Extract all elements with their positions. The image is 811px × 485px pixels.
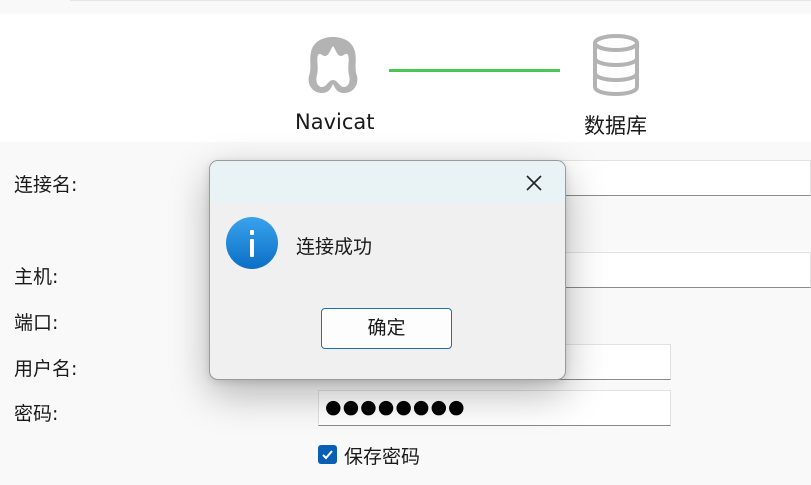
dialog-titlebar bbox=[210, 161, 565, 203]
save-password-checkbox[interactable] bbox=[318, 445, 337, 464]
connection-diagram: Navicat 数据库 bbox=[0, 14, 811, 142]
top-strip bbox=[0, 0, 811, 14]
host-input[interactable] bbox=[560, 252, 811, 288]
connection-result-dialog: 连接成功 确定 bbox=[209, 160, 566, 380]
connection-line bbox=[389, 69, 560, 72]
close-icon bbox=[526, 175, 542, 191]
info-icon bbox=[226, 217, 278, 269]
database-icon bbox=[593, 34, 639, 97]
target-label: 数据库 bbox=[584, 114, 647, 138]
source-label: Navicat bbox=[295, 110, 375, 134]
navicat-logo-icon bbox=[308, 37, 358, 93]
username-label: 用户名: bbox=[14, 358, 78, 380]
connection-name-label: 连接名: bbox=[14, 174, 78, 196]
connection-name-input[interactable] bbox=[560, 160, 811, 196]
new-connection-window: Navicat 数据库 连接名: 主机: 端口: 用户名: 密码: ●●●●●●… bbox=[0, 0, 811, 485]
save-password-label[interactable]: 保存密码 bbox=[344, 442, 420, 469]
dialog-message: 连接成功 bbox=[296, 236, 373, 258]
port-label: 端口: bbox=[14, 312, 59, 334]
password-label: 密码: bbox=[14, 403, 59, 425]
host-label: 主机: bbox=[14, 266, 59, 288]
checkmark-icon bbox=[322, 450, 333, 460]
password-mask: ●●●●●●●● bbox=[325, 396, 466, 418]
ok-button[interactable]: 确定 bbox=[321, 308, 452, 349]
password-input[interactable]: ●●●●●●●● bbox=[318, 390, 671, 426]
top-divider bbox=[70, 0, 811, 1]
close-button[interactable] bbox=[520, 169, 548, 197]
